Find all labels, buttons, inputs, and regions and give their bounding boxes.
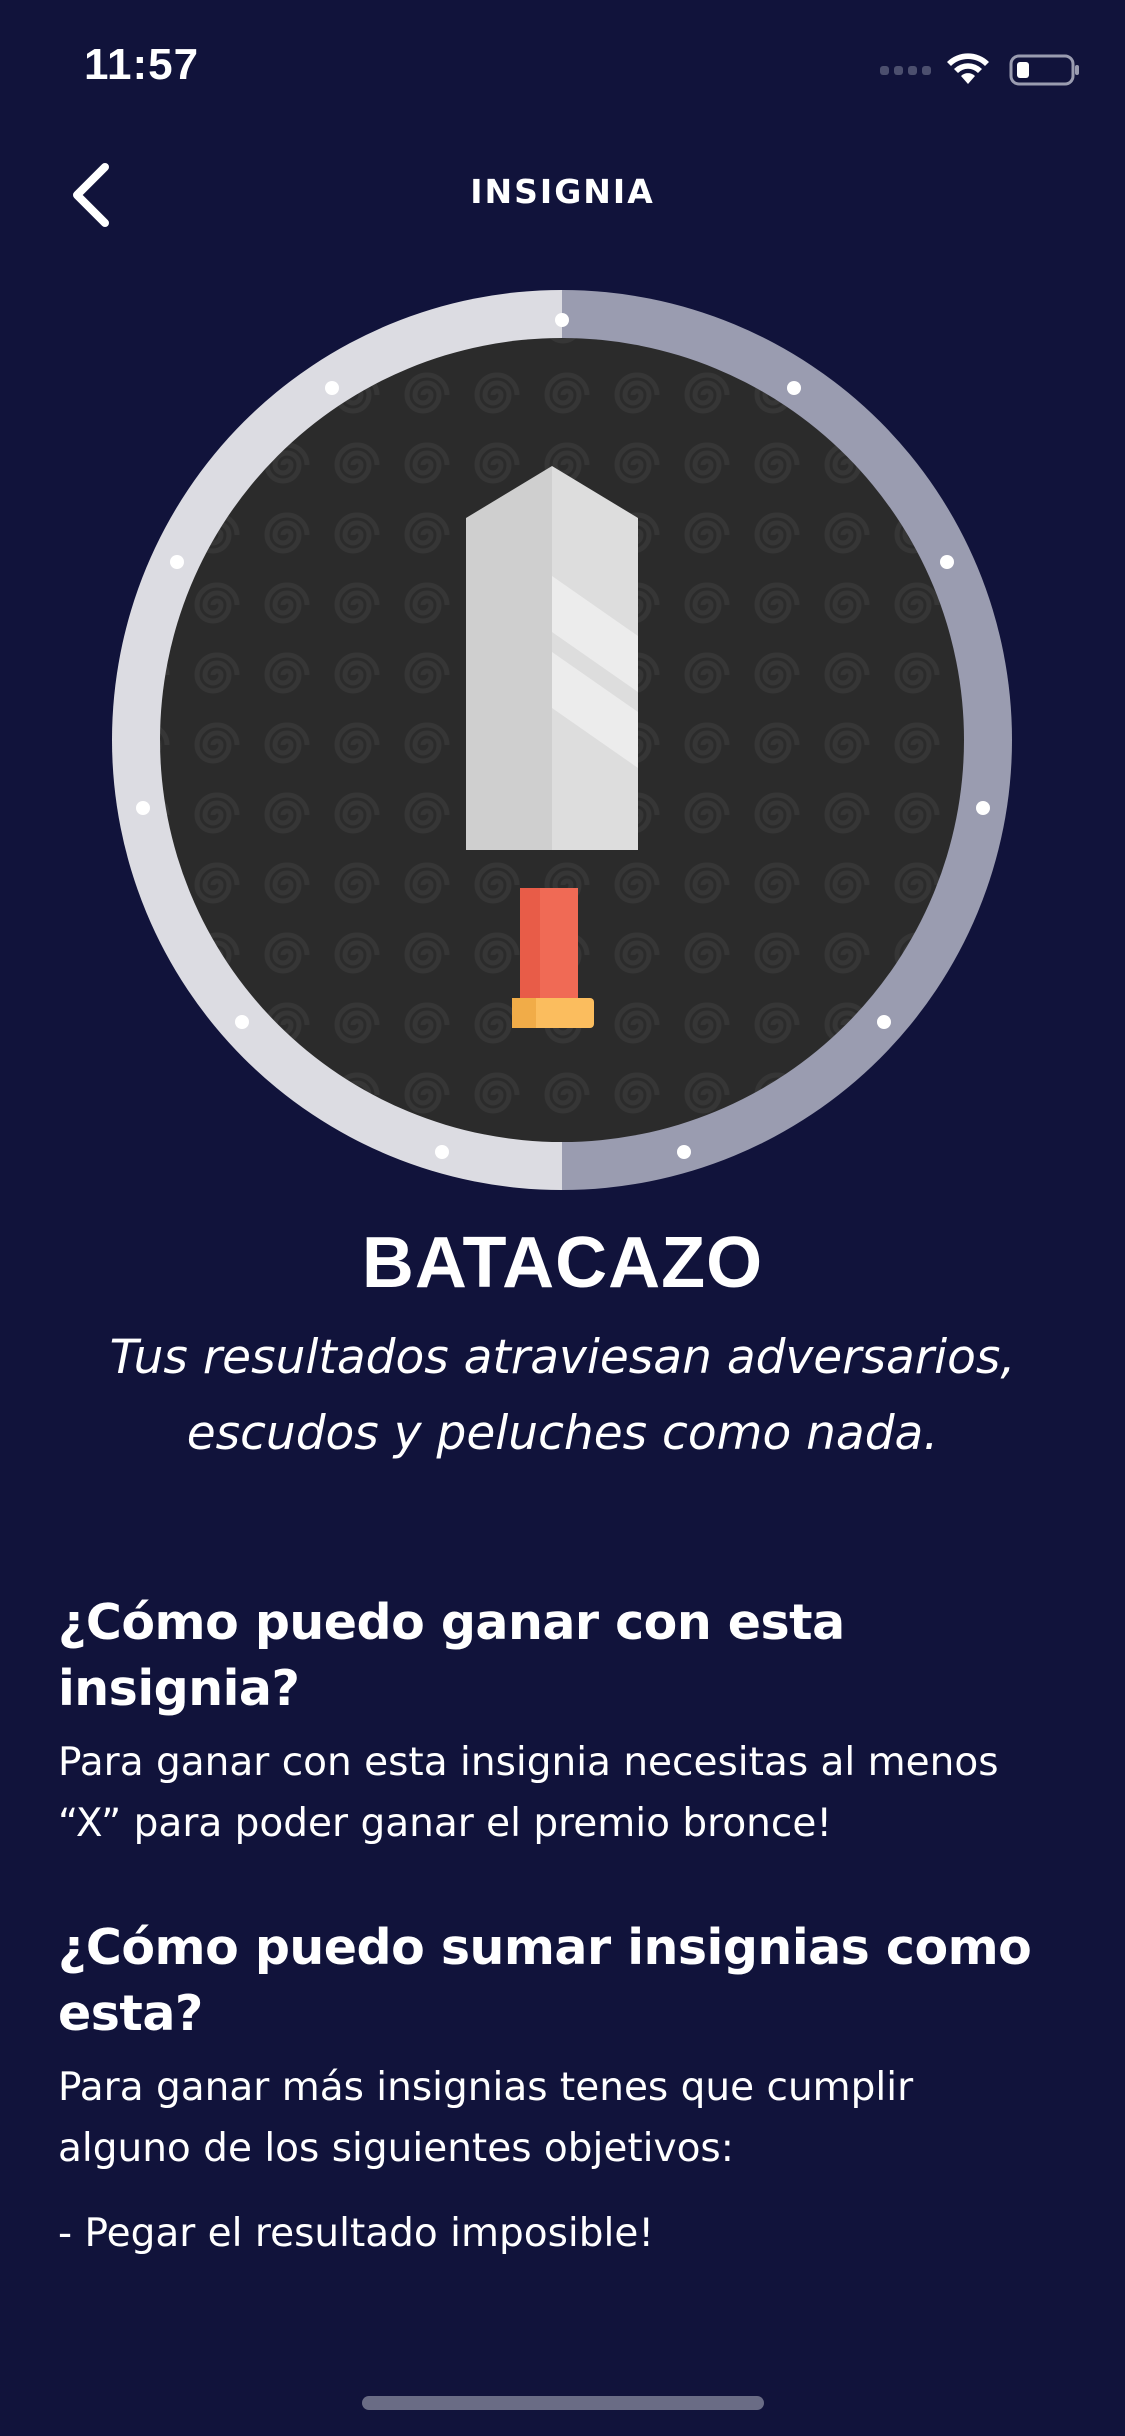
sword-shield-badge [112, 290, 1012, 1190]
page-title: INSIGNIA [470, 172, 655, 211]
section-body: Para ganar con esta insignia necesitas a… [58, 1740, 999, 1846]
home-indicator[interactable] [362, 2396, 764, 2410]
how-to-win-section: ¿Cómo puedo ganar con esta insignia? Par… [58, 1590, 1085, 1854]
badge-description: Tus resultados atraviesan adversarios, e… [109, 1330, 1016, 1461]
badge-name: BATACAZO [361, 1223, 764, 1303]
battery-icon [1009, 54, 1079, 86]
wifi-icon [947, 53, 989, 84]
section-heading: ¿Cómo puedo sumar insignias como esta? [58, 1919, 1032, 2042]
status-time: 11:57 [84, 40, 200, 89]
objective-item: - Pegar el resultado imposible! [58, 2211, 654, 2256]
how-to-earn-section: ¿Cómo puedo sumar insignias como esta? P… [58, 1915, 1085, 2264]
navigation-bar: INSIGNIA [0, 150, 1125, 240]
status-icons [880, 50, 1081, 90]
status-bar: 11:57 [0, 0, 1125, 140]
signal-icon [880, 65, 931, 75]
section-heading: ¿Cómo puedo ganar con esta insignia? [58, 1594, 845, 1717]
section-body: Para ganar más insignias tenes que cumpl… [58, 2065, 914, 2171]
